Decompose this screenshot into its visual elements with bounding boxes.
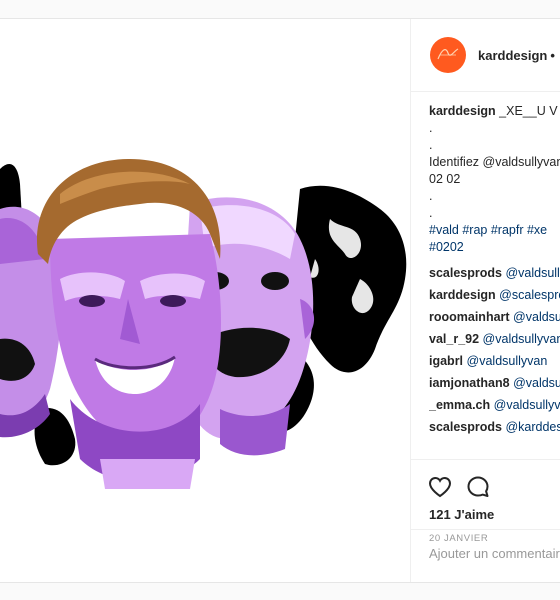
comment-user[interactable]: igabrl <box>429 354 463 368</box>
comment-input[interactable] <box>429 546 560 561</box>
post-username[interactable]: karddesign • <box>478 48 555 63</box>
caption-line: Identifiez @valdsullyvan <box>429 155 560 169</box>
comment-item: igabrl @valdsullyvan <box>429 350 560 372</box>
caption-line: . <box>429 206 433 220</box>
avatar[interactable] <box>430 37 466 73</box>
comment-item: karddesign @scalesprods <box>429 284 560 306</box>
comment-text[interactable]: @valdsullyvan <box>513 310 560 324</box>
comment-text[interactable]: @valdsullyvan <box>505 266 560 280</box>
comment-user[interactable]: _emma.ch <box>429 398 490 412</box>
caption-line: . <box>429 189 433 203</box>
post-image[interactable] <box>0 19 410 582</box>
comment-item: val_r_92 @valdsullyvan <box>429 328 560 350</box>
comment-text[interactable]: @karddesign <box>505 420 560 434</box>
likes-count[interactable]: 121 J'aime <box>429 507 494 522</box>
artwork-illustration <box>0 159 407 489</box>
comment-user[interactable]: scalesprods <box>429 266 502 280</box>
like-button[interactable] <box>427 474 453 500</box>
post-sidebar: karddesign • karddesign _XE__U V . . Iden… <box>410 19 560 582</box>
caption-line: 02 02 <box>429 172 461 186</box>
caption-line: . <box>429 138 433 152</box>
comment-text[interactable]: @valdsullyvan <box>513 376 560 390</box>
hashtags[interactable]: #vald #rap #rapfr #xe <box>429 222 560 239</box>
comment-item: scalesprods @valdsullyvan <box>429 262 560 284</box>
comment-item: iamjonathan8 @valdsullyvan <box>429 372 560 394</box>
post-modal: karddesign • karddesign _XE__U V . . Iden… <box>0 18 560 583</box>
comment-user[interactable]: karddesign <box>429 288 496 302</box>
comments-list: karddesign _XE__U V . . Identifiez @vald… <box>429 103 560 461</box>
add-comment-bar <box>411 529 560 582</box>
caption: karddesign _XE__U V <box>429 103 560 120</box>
caption-line: . <box>429 121 433 135</box>
signature-logo-icon <box>437 48 459 60</box>
caption-text: _XE__U V <box>499 104 558 118</box>
comment-user[interactable]: scalesprods <box>429 420 502 434</box>
comment-text[interactable]: @scalesprods <box>499 288 560 302</box>
separator-dot: • <box>550 48 555 63</box>
username-text[interactable]: karddesign <box>478 48 547 63</box>
comment-user[interactable]: val_r_92 <box>429 332 479 346</box>
post-header: karddesign • <box>411 19 560 92</box>
comment-button[interactable] <box>465 474 491 500</box>
heart-icon <box>428 476 452 498</box>
hashtags[interactable]: #0202 <box>429 239 560 256</box>
caption-author[interactable]: karddesign <box>429 104 496 118</box>
comment-item: rooomainhart @valdsullyvan <box>429 306 560 328</box>
comment-user[interactable]: rooomainhart <box>429 310 510 324</box>
comment-item: scalesprods @karddesign <box>429 416 560 438</box>
comment-text[interactable]: @valdsullyvan <box>467 354 548 368</box>
comment-item: _emma.ch @valdsullyvan <box>429 394 560 416</box>
comment-user[interactable]: iamjonathan8 <box>429 376 510 390</box>
comment-bubble-icon <box>467 476 489 497</box>
comment-text[interactable]: @valdsullyvan <box>483 332 560 346</box>
comment-text[interactable]: @valdsullyvan <box>494 398 560 412</box>
